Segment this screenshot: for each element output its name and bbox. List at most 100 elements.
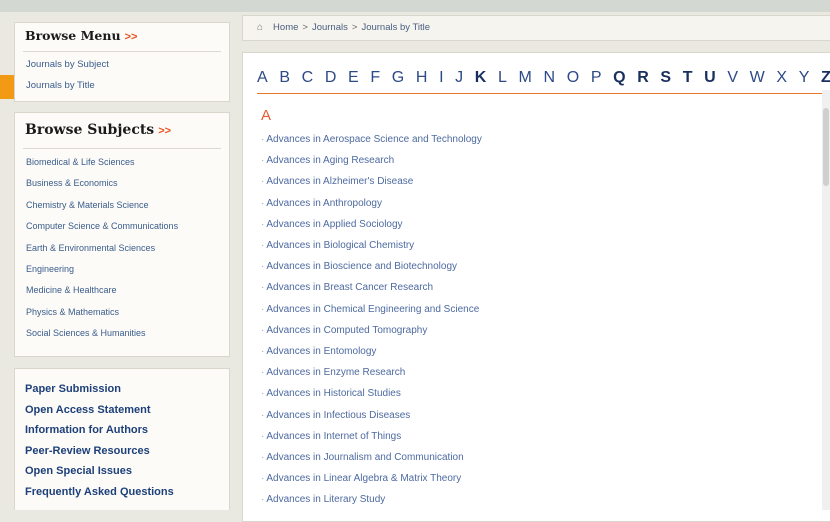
bullet-icon: · xyxy=(261,430,265,442)
subject-item-medicine[interactable]: Medicine & Healthcare xyxy=(15,280,229,301)
journal-title[interactable]: Advances in Anthropology xyxy=(266,198,382,209)
list-item[interactable]: · Advances in Enzyme Research xyxy=(261,362,482,383)
list-item[interactable]: · Advances in Applied Sociology xyxy=(261,214,482,235)
letter-d[interactable]: D xyxy=(325,69,337,87)
faq-link[interactable]: Frequently Asked Questions xyxy=(15,482,229,503)
journal-title[interactable]: Advances in Alzheimer's Disease xyxy=(266,176,413,187)
home-icon[interactable]: ⌂ xyxy=(257,22,263,33)
top-banner xyxy=(0,0,830,12)
info-links-box: Paper Submission Open Access Statement I… xyxy=(14,368,230,510)
journal-title[interactable]: Advances in Aging Research xyxy=(266,155,394,166)
scrollbar-thumb[interactable] xyxy=(823,108,829,186)
list-item[interactable]: · Advances in Anthropology xyxy=(261,193,482,214)
letter-f[interactable]: F xyxy=(370,69,380,87)
browse-menu-box: Browse Menu >> Journals by Subject Journa… xyxy=(14,22,230,102)
list-item[interactable]: · Advances in Biological Chemistry xyxy=(261,235,482,256)
paper-submission-link[interactable]: Paper Submission xyxy=(15,379,229,400)
subject-item-business[interactable]: Business & Economics xyxy=(15,173,229,194)
list-item[interactable]: · Advances in Historical Studies xyxy=(261,383,482,404)
browse-menu-arrow: >> xyxy=(124,31,138,43)
bullet-icon: · xyxy=(261,388,265,400)
bullet-icon: · xyxy=(261,240,265,252)
list-item[interactable]: · Advances in Computed Tomography xyxy=(261,320,482,341)
journal-title[interactable]: Advances in Historical Studies xyxy=(266,388,401,399)
open-access-statement-link[interactable]: Open Access Statement xyxy=(15,400,229,421)
journal-title[interactable]: Advances in Applied Sociology xyxy=(266,219,402,230)
letter-q[interactable]: Q xyxy=(613,69,625,87)
letter-s[interactable]: S xyxy=(660,69,671,87)
letter-g[interactable]: G xyxy=(392,69,404,87)
subject-item-computer-science[interactable]: Computer Science & Communications xyxy=(15,216,229,237)
subject-item-engineering[interactable]: Engineering xyxy=(15,259,229,280)
browse-subjects-heading: Browse Subjects >> xyxy=(15,113,229,143)
subject-item-chemistry[interactable]: Chemistry & Materials Science xyxy=(15,195,229,216)
breadcrumb-journals[interactable]: Journals xyxy=(312,22,348,33)
breadcrumb-home[interactable]: Home xyxy=(273,22,298,33)
list-item[interactable]: · Advances in Bioscience and Biotechnolog… xyxy=(261,256,482,277)
list-item[interactable]: · Advances in Aging Research xyxy=(261,150,482,171)
letter-c[interactable]: C xyxy=(302,69,314,87)
bullet-icon: · xyxy=(261,367,265,379)
journal-title[interactable]: Advances in Bioscience and Biotechnology xyxy=(266,261,457,272)
list-item[interactable]: · Advances in Breast Cancer Research xyxy=(261,277,482,298)
list-item[interactable]: · Advances in Journalism and Communicatio… xyxy=(261,447,482,468)
journal-title[interactable]: Advances in Linear Algebra & Matrix Theo… xyxy=(266,473,461,484)
list-item[interactable]: · Advances in Alzheimer's Disease xyxy=(261,171,482,192)
letter-u[interactable]: U xyxy=(704,69,716,87)
journal-list: · Advances in Aerospace Science and Techn… xyxy=(261,129,482,511)
bullet-icon: · xyxy=(261,176,265,188)
list-item[interactable]: · Advances in Chemical Engineering and Sc… xyxy=(261,299,482,320)
list-item[interactable]: · Advances in Aerospace Science and Techn… xyxy=(261,129,482,150)
letter-i[interactable]: I xyxy=(439,69,443,87)
bullet-icon: · xyxy=(261,282,265,294)
letter-r[interactable]: R xyxy=(637,69,649,87)
subject-item-biomedical[interactable]: Biomedical & Life Sciences xyxy=(15,152,229,173)
journal-title[interactable]: Advances in Aerospace Science and Techno… xyxy=(266,134,482,145)
letter-p[interactable]: P xyxy=(591,69,602,87)
letter-w[interactable]: W xyxy=(750,69,765,87)
list-item[interactable]: · Advances in Linear Algebra & Matrix The… xyxy=(261,468,482,489)
journal-title[interactable]: Advances in Biological Chemistry xyxy=(266,240,414,251)
list-item[interactable]: · Advances in Entomology xyxy=(261,341,482,362)
list-item[interactable]: · Advances in Literary Study xyxy=(261,489,482,510)
letter-v[interactable]: V xyxy=(727,69,738,87)
letter-j[interactable]: J xyxy=(455,69,463,87)
journal-title[interactable]: Advances in Breast Cancer Research xyxy=(266,282,433,293)
list-item[interactable]: · Advances in Infectious Diseases xyxy=(261,405,482,426)
open-special-issues-link[interactable]: Open Special Issues xyxy=(15,461,229,482)
journal-title[interactable]: Advances in Journalism and Communication xyxy=(266,452,463,463)
letter-k[interactable]: K xyxy=(475,69,487,87)
menu-item-journals-by-subject[interactable]: Journals by Subject xyxy=(15,54,229,75)
subject-item-physics[interactable]: Physics & Mathematics xyxy=(15,302,229,323)
letter-z[interactable]: Z xyxy=(821,69,830,87)
journal-title[interactable]: Advances in Literary Study xyxy=(266,494,385,505)
journal-title[interactable]: Advances in Internet of Things xyxy=(266,431,401,442)
letter-t[interactable]: T xyxy=(683,69,693,87)
journal-title[interactable]: Advances in Infectious Diseases xyxy=(266,410,410,421)
letter-h[interactable]: H xyxy=(416,69,428,87)
browse-menu-title: Browse Menu xyxy=(25,28,121,43)
letter-l[interactable]: L xyxy=(498,69,507,87)
letter-x[interactable]: X xyxy=(776,69,787,87)
alphabet-underline xyxy=(257,93,830,94)
info-links-list: Paper Submission Open Access Statement I… xyxy=(15,369,229,503)
menu-item-journals-by-title[interactable]: Journals by Title xyxy=(15,75,229,96)
letter-e[interactable]: E xyxy=(348,69,359,87)
letter-b[interactable]: B xyxy=(279,69,290,87)
list-item[interactable]: · Advances in Internet of Things xyxy=(261,426,482,447)
journal-title[interactable]: Advances in Computed Tomography xyxy=(266,325,427,336)
information-for-authors-link[interactable]: Information for Authors xyxy=(15,420,229,441)
subject-item-earth[interactable]: Earth & Environmental Sciences xyxy=(15,238,229,259)
peer-review-resources-link[interactable]: Peer-Review Resources xyxy=(15,441,229,462)
letter-n[interactable]: N xyxy=(544,69,556,87)
journal-title[interactable]: Advances in Chemical Engineering and Sci… xyxy=(266,304,479,315)
bullet-icon: · xyxy=(261,197,265,209)
letter-m[interactable]: M xyxy=(519,69,532,87)
letter-a[interactable]: A xyxy=(257,69,268,87)
letter-o[interactable]: O xyxy=(567,69,579,87)
journal-title[interactable]: Advances in Enzyme Research xyxy=(266,367,405,378)
browse-menu-list: Journals by Subject Journals by Title xyxy=(15,52,229,96)
journal-title[interactable]: Advances in Entomology xyxy=(266,346,376,357)
subject-item-social-sciences[interactable]: Social Sciences & Humanities xyxy=(15,323,229,344)
letter-y[interactable]: Y xyxy=(799,69,810,87)
